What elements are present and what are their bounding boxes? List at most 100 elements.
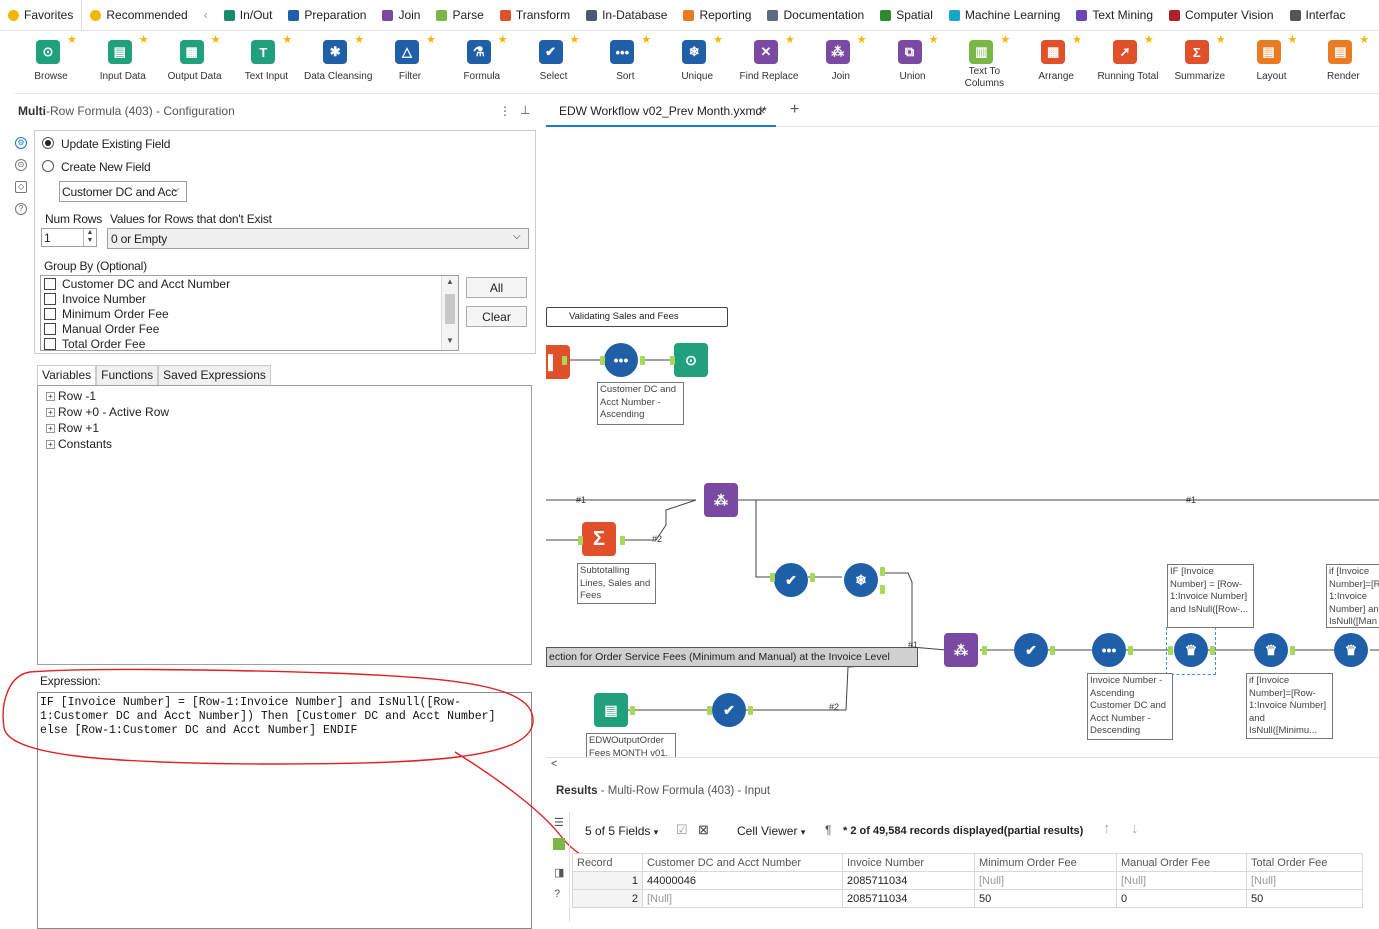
close-icon[interactable]: × (758, 103, 766, 118)
output-data-node-icon[interactable]: ▤ (594, 693, 628, 727)
canvas-scrollbar[interactable]: < (546, 757, 1379, 771)
output-anchor[interactable] (640, 356, 645, 365)
favorite-star-icon[interactable]: ★ (282, 33, 292, 46)
container-order-fees[interactable]: ection for Order Service Fees (Minimum a… (546, 647, 918, 667)
table-cell[interactable]: [Null] (642, 889, 843, 908)
category-tab-parse[interactable]: Parse (428, 0, 491, 30)
select-node-icon[interactable]: ✔ (712, 693, 746, 727)
table-cell[interactable]: [Null] (974, 871, 1117, 890)
expand-icon[interactable]: + (46, 392, 55, 402)
output-anchor[interactable] (562, 356, 567, 365)
expand-icon[interactable]: + (46, 424, 55, 434)
favorite-star-icon[interactable]: ★ (570, 33, 580, 46)
output-anchor[interactable] (1128, 646, 1133, 655)
values-select[interactable]: 0 or Empty ⌵ (107, 228, 529, 249)
category-tab-join[interactable]: Join (374, 0, 428, 30)
tool-find-replace[interactable]: ✕ ★ Find Replace (733, 31, 805, 94)
more-menu-icon[interactable]: ⋮ (499, 104, 511, 118)
category-tab-machine-learning[interactable]: Machine Learning (941, 0, 1068, 30)
tree-node[interactable]: + Row -1 (46, 388, 523, 404)
category-tab-computer-vision[interactable]: Computer Vision (1161, 0, 1282, 30)
annotation-icon[interactable]: ⊙ (15, 159, 27, 171)
tool-sort[interactable]: ••• ★ Sort (589, 31, 661, 94)
create-new-radio[interactable] (42, 160, 54, 172)
sort-node-icon[interactable]: ••• (604, 343, 638, 377)
favorite-star-icon[interactable]: ★ (426, 33, 436, 46)
group-by-item[interactable]: Manual Order Fee (41, 321, 458, 336)
tool-data-cleansing[interactable]: ✱ ★ Data Cleansing (302, 31, 374, 94)
tool-input-data[interactable]: ▤ ★ Input Data (87, 31, 159, 94)
favorite-star-icon[interactable]: ★ (1000, 33, 1010, 46)
column-header[interactable]: Customer DC and Acct Number (642, 853, 843, 872)
unique-node-icon[interactable]: ❄ (844, 563, 878, 597)
group-by-checkbox[interactable] (44, 307, 56, 320)
favorite-star-icon[interactable]: ★ (929, 33, 939, 46)
category-scroll-left-icon[interactable]: ‹ (196, 8, 216, 22)
input-anchor[interactable] (578, 536, 583, 545)
expand-icon[interactable]: + (46, 408, 55, 418)
tool-text-input[interactable]: T ★ Text Input (230, 31, 302, 94)
column-header[interactable]: Total Order Fee (1246, 853, 1363, 872)
help-icon[interactable]: ? (554, 888, 560, 900)
all-button[interactable]: All (466, 277, 527, 298)
table-row[interactable]: 2 [Null] 2085711034 50 0 50 (572, 889, 1363, 908)
category-tab-preparation[interactable]: Preparation (280, 0, 374, 30)
favorite-star-icon[interactable]: ★ (785, 33, 795, 46)
output-anchor[interactable] (620, 536, 625, 545)
workflow-canvas[interactable]: Validating Sales and Fees ection for Ord… (546, 127, 1379, 757)
sort-node-icon[interactable]: ••• (1092, 633, 1126, 667)
data-icon[interactable] (553, 838, 565, 850)
table-cell[interactable]: 0 (1116, 889, 1247, 908)
tool-arrange[interactable]: ▦ ★ Arrange (1020, 31, 1092, 94)
update-existing-radio[interactable] (42, 137, 54, 149)
tool-union[interactable]: ⧉ ★ Union (877, 31, 949, 94)
field-select[interactable]: Customer DC and Acc ⌵ (59, 181, 187, 202)
output-anchor[interactable] (880, 567, 885, 576)
category-tab-text-mining[interactable]: Text Mining (1068, 0, 1161, 30)
tab-saved-expressions[interactable]: Saved Expressions (158, 365, 271, 385)
group-by-checkbox[interactable] (44, 292, 56, 305)
add-tab-icon[interactable]: + (790, 101, 799, 119)
expression-editor[interactable]: IF [Invoice Number] = [Row-1:Invoice Num… (37, 692, 532, 929)
table-cell[interactable]: 2085711034 (842, 889, 975, 908)
tree-node[interactable]: + Row +1 (46, 420, 523, 436)
column-header[interactable]: Manual Order Fee (1116, 853, 1247, 872)
table-cell[interactable]: 50 (1246, 889, 1363, 908)
table-cell[interactable]: [Null] (1116, 871, 1247, 890)
record-number-cell[interactable]: 1 (572, 871, 643, 890)
category-tab-in-out[interactable]: In/Out (216, 0, 281, 30)
group-by-checkbox[interactable] (44, 277, 56, 290)
tool-layout[interactable]: ▤ ★ Layout (1236, 31, 1308, 94)
input-anchor[interactable] (600, 356, 605, 365)
group-by-item[interactable]: Minimum Order Fee (41, 306, 458, 321)
category-tab-transform[interactable]: Transform (492, 0, 578, 30)
output-anchor[interactable] (982, 646, 987, 655)
fields-dropdown[interactable]: 5 of 5 Fields ▾ (585, 824, 658, 838)
input-anchor[interactable] (1168, 646, 1173, 655)
pin-icon[interactable]: ⊥ (520, 103, 530, 117)
config-gear-icon[interactable]: ⚙ (15, 137, 27, 149)
list-icon[interactable]: ☰ (554, 816, 564, 829)
tool-filter[interactable]: △ ★ Filter (374, 31, 446, 94)
tab-variables[interactable]: Variables (37, 365, 97, 385)
favorite-star-icon[interactable]: ★ (1359, 33, 1369, 46)
favorite-star-icon[interactable]: ★ (67, 33, 77, 46)
metadata-icon[interactable]: ◨ (554, 866, 564, 879)
column-header[interactable]: Invoice Number (842, 853, 975, 872)
spin-arrows-icon[interactable]: ▲ ▼ (83, 229, 96, 246)
select-node-icon[interactable]: ✔ (774, 563, 808, 597)
favorite-star-icon[interactable]: ★ (1144, 33, 1154, 46)
expand-icon[interactable]: + (46, 440, 55, 450)
input-anchor[interactable] (670, 356, 675, 365)
join-node-icon[interactable]: ⁂ (704, 483, 738, 517)
favorite-star-icon[interactable]: ★ (641, 33, 651, 46)
num-rows-stepper[interactable]: 1 ▲ ▼ (41, 228, 97, 247)
favorite-star-icon[interactable]: ★ (1072, 33, 1082, 46)
favorite-star-icon[interactable]: ★ (498, 33, 508, 46)
category-tab-reporting[interactable]: Reporting (675, 0, 759, 30)
favorite-star-icon[interactable]: ★ (354, 33, 364, 46)
input-anchor[interactable] (707, 706, 712, 715)
tool-output-data[interactable]: ▦ ★ Output Data (159, 31, 231, 94)
tag-icon[interactable]: ◇ (15, 181, 27, 193)
join-node-icon[interactable]: ⁂ (944, 633, 978, 667)
